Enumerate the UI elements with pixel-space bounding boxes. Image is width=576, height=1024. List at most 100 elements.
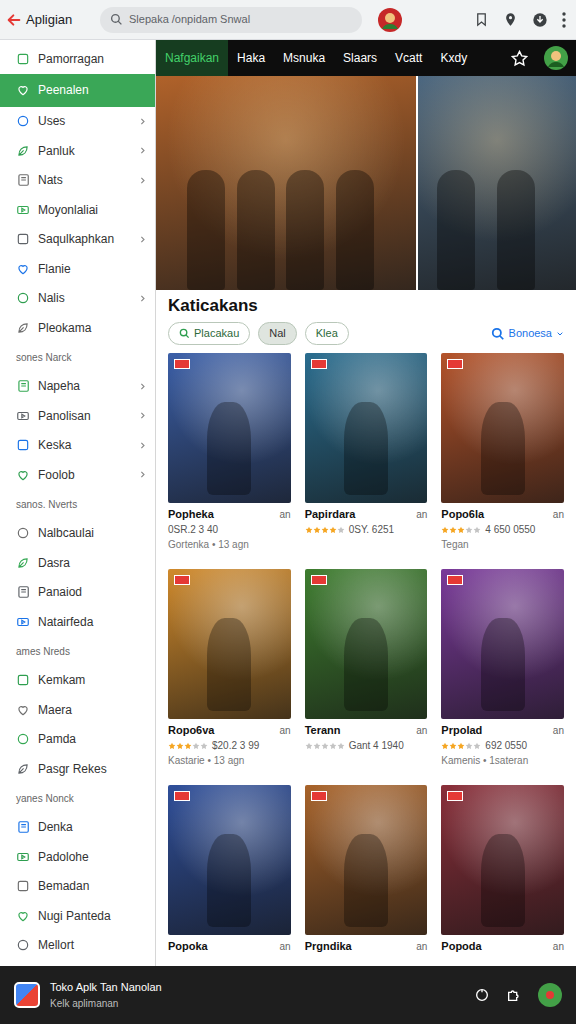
tab[interactable]: Nafgaikan — [156, 40, 228, 76]
star-rating — [441, 742, 481, 750]
app-bar: Apligian — [0, 0, 576, 40]
sidebar-item[interactable]: Padolohe — [0, 842, 155, 872]
sidebar-item[interactable]: Pasgr Rekes — [0, 754, 155, 784]
sidebar-item[interactable]: Napeha — [0, 372, 155, 402]
sidebar-item[interactable]: Uses — [0, 107, 155, 137]
app-info: Pophekaan0SR.2 3 40Gortenka • 13 agn — [168, 503, 291, 561]
app-cover[interactable] — [441, 785, 564, 935]
app-meta: 0SR.2 3 40 — [168, 522, 218, 537]
app-card[interactable]: Ropo6vaan$20.2 3 99Kastarie • 13 agn — [168, 569, 291, 777]
app-tag: an — [416, 723, 427, 738]
sidebar-item[interactable]: Panluk — [0, 136, 155, 166]
more-icon[interactable] — [562, 12, 566, 28]
tab[interactable]: Slaars — [334, 40, 386, 76]
sidebar-item[interactable]: Peenalen — [0, 74, 155, 107]
rating-badge-icon — [311, 791, 327, 801]
sidebar-item[interactable]: Nalbcaulai — [0, 519, 155, 549]
app-cover[interactable] — [168, 569, 291, 719]
app-card[interactable]: Popo6laan4 650 0550Tegan — [441, 353, 564, 561]
star-icon — [441, 742, 449, 750]
sidebar-item[interactable]: Pleokama — [0, 313, 155, 343]
app-card[interactable]: Prpoladan692 0550Kamenis • 1sateran — [441, 569, 564, 777]
sidebar-item[interactable]: Pamda — [0, 725, 155, 755]
app-cover[interactable] — [168, 785, 291, 935]
sidebar-item[interactable]: Dasra — [0, 548, 155, 578]
tab[interactable]: Kxdy — [431, 40, 476, 76]
sidebar-item[interactable]: Denka — [0, 813, 155, 843]
filter-chip[interactable]: Placakau — [168, 322, 250, 345]
store-app-icon[interactable] — [14, 982, 40, 1008]
app-cover[interactable] — [441, 569, 564, 719]
refresh-icon[interactable] — [474, 987, 490, 1003]
sidebar-item[interactable]: Moyonlaliai — [0, 195, 155, 225]
app-meta: $20.2 3 99 — [212, 738, 259, 753]
tab[interactable]: Msnuka — [274, 40, 334, 76]
extension-icon[interactable] — [506, 987, 522, 1003]
filter-chip[interactable]: Klea — [305, 322, 349, 345]
app-cover[interactable] — [168, 353, 291, 503]
profile-avatar-icon[interactable] — [544, 46, 568, 70]
sidebar-item[interactable]: Kemkam — [0, 666, 155, 696]
app-cover[interactable] — [305, 569, 428, 719]
app-cover[interactable] — [305, 785, 428, 935]
app-card[interactable]: Prgndikaan — [305, 785, 428, 966]
figure-icon — [336, 170, 374, 290]
rating-badge-icon — [174, 575, 190, 585]
back-button[interactable]: Apligian — [6, 10, 92, 30]
app-cover[interactable] — [441, 353, 564, 503]
location-icon[interactable] — [503, 12, 518, 27]
sidebar-item[interactable]: Natairfeda — [0, 607, 155, 637]
sort-button[interactable]: Bonoesa — [491, 325, 564, 342]
banner-image[interactable] — [156, 76, 416, 290]
sidebar-item[interactable]: Pamorragan — [0, 44, 155, 74]
sidebar-item[interactable]: Maera — [0, 695, 155, 725]
app-card[interactable]: TerannanGant 4 1940 — [305, 569, 428, 777]
app-rating-row: 692 0550 — [441, 738, 564, 753]
sidebar-item-label: Moyonlaliai — [38, 201, 129, 219]
app-card[interactable]: Pophekaan0SR.2 3 40Gortenka • 13 agn — [168, 353, 291, 561]
rating-badge-icon — [447, 791, 463, 801]
sidebar-item[interactable]: Flanie — [0, 254, 155, 284]
filter-chip[interactable]: Nal — [258, 322, 297, 345]
sidebar-item-label: Pasgr Rekes — [38, 760, 129, 778]
square-icon — [16, 879, 30, 893]
sidebar-item[interactable]: Saqulkaphkan — [0, 225, 155, 255]
account-icon[interactable] — [538, 983, 562, 1007]
app-tag: an — [553, 507, 564, 522]
bookmark-icon[interactable] — [474, 12, 489, 27]
sidebar-item[interactable]: Nats — [0, 166, 155, 196]
download-icon[interactable] — [532, 12, 548, 28]
sidebar-item-label: Pamorragan — [38, 50, 129, 68]
app-card[interactable]: Papirdaraan0SY. 6251 — [305, 353, 428, 561]
sidebar-item-label: Panolisan — [38, 407, 129, 425]
star-icon[interactable] — [511, 50, 528, 67]
app-cover[interactable] — [305, 353, 428, 503]
search-field[interactable] — [100, 7, 362, 33]
tab[interactable]: Haka — [228, 40, 274, 76]
star-icon — [449, 526, 457, 534]
sidebar-item[interactable]: Mellort — [0, 931, 155, 961]
filter-bar: Placakau Nal Klea Bonoesa — [168, 322, 564, 345]
app-title: Popo6la — [441, 506, 484, 523]
sidebar-item[interactable]: Keska — [0, 431, 155, 461]
square-icon — [16, 438, 30, 452]
star-icon — [313, 742, 321, 750]
banner-image[interactable] — [418, 76, 576, 290]
sidebar-item[interactable]: Bemadan — [0, 872, 155, 902]
sidebar-item[interactable]: Panolisan — [0, 401, 155, 431]
search-input[interactable] — [129, 11, 352, 28]
star-icon — [457, 742, 465, 750]
app-window: Apligian PamorraganPeenalenUsesPanlukNat… — [0, 0, 576, 1024]
bottom-bar-title: Toko Aplk Tan Nanolan — [50, 979, 162, 996]
sidebar-item[interactable]: Foolob — [0, 460, 155, 490]
toolbar — [474, 12, 566, 28]
document-icon — [16, 379, 30, 393]
sidebar-item[interactable]: Panaiod — [0, 578, 155, 608]
sidebar-item[interactable]: Nugi Panteda — [0, 901, 155, 931]
app-card[interactable]: Popokaan — [168, 785, 291, 966]
tab[interactable]: Vcatt — [386, 40, 431, 76]
app-card[interactable]: Popodaan — [441, 785, 564, 966]
user-avatar-icon[interactable] — [378, 8, 402, 32]
filter-list: Placakau Nal Klea — [168, 322, 349, 345]
sidebar-item[interactable]: Nalis — [0, 284, 155, 314]
